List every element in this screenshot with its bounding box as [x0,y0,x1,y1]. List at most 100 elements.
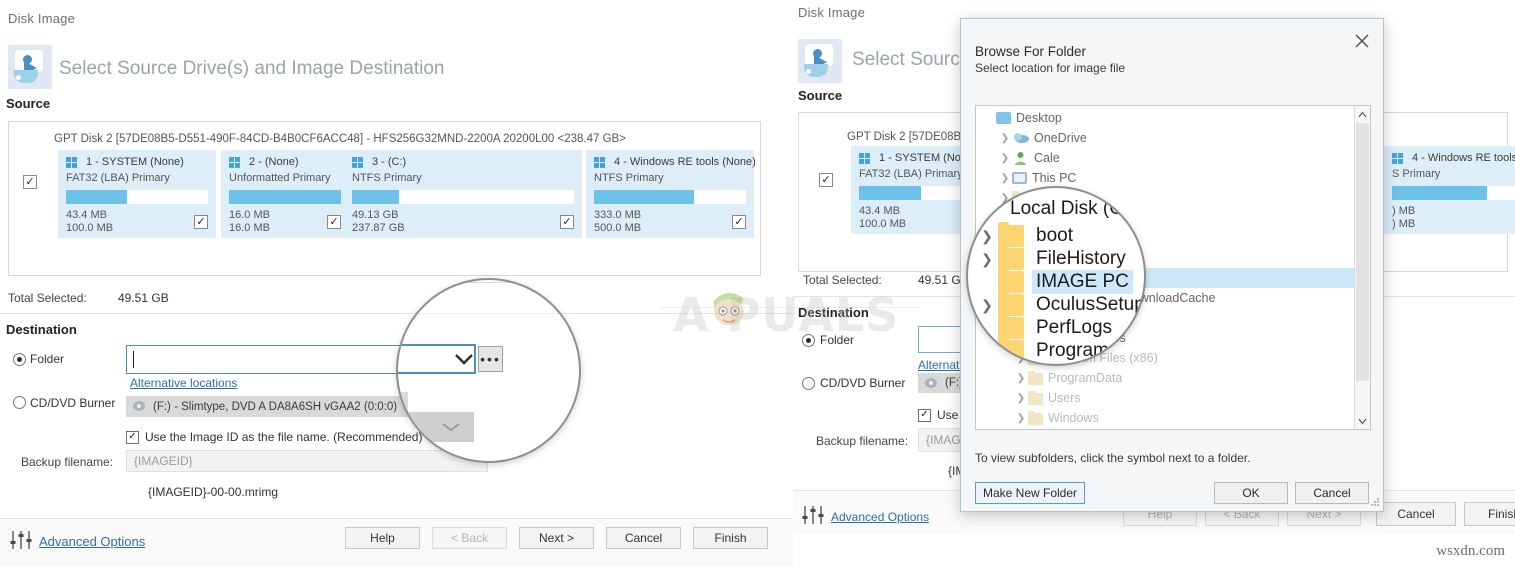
screenshot-root: Disk Image Select Source Dr Source GPT D… [0,0,1515,566]
partition-4-title: 4 - Windows RE tools (None) [594,156,756,168]
tree-item[interactable]: ❯ Users [976,388,1370,408]
partition-4-sizes: 333.0 MB 500.0 MB [594,209,642,234]
chevron-right-icon: ❯ [981,296,993,313]
tree-item[interactable]: ❯ This PC [976,168,1370,188]
folder-icon [1028,370,1043,385]
partition-1-checkbox[interactable]: ✓ [194,215,208,229]
right-advanced-options-link[interactable]: Advanced Options [831,510,929,524]
magnified-drive-label: Local Disk (G:) [1010,198,1136,219]
partition-1-title: 1 - SYSTEM (None) [66,156,208,168]
next-button[interactable]: Next > [519,527,594,549]
partition-card-2[interactable]: 2 - (None) Unformatted Primary 16.0 MB 1… [221,150,349,238]
partition-1-usage-bar [66,190,208,204]
partition-card-1[interactable]: 1 - SYSTEM (None) FAT32 (LBA) Primary 43… [58,150,216,238]
partition-card-3[interactable]: 3 - (C:) NTFS Primary 49.13 GB 237.87 GB… [344,150,582,238]
right-cddvd-radio[interactable] [802,377,815,390]
folder-radio[interactable] [13,353,26,366]
tree-item-label: Windows [1048,411,1099,425]
advanced-options-icon [802,505,824,525]
backup-filename-label: Backup filename: [21,455,114,469]
partition-2-sizes: 16.0 MB 16.0 MB [229,209,270,234]
tree-item-label: Cale [1034,151,1060,165]
partition-3-fs: NTFS Primary [352,172,422,184]
dialog-hint: To view subfolders, click the symbol nex… [975,451,1251,465]
optical-drive-icon [924,377,940,390]
ok-button[interactable]: OK [1214,482,1288,504]
folder-icon [1028,410,1043,425]
tree-item-label: This PC [1032,171,1077,185]
use-image-id-checkbox[interactable]: ✓ [126,430,139,444]
scroll-up-icon[interactable] [1355,106,1370,122]
right-partition-4-nums: ) MB ) MB [1392,205,1416,230]
dialog-subtitle: Select location for image file [975,61,1126,75]
desktop-icon [996,112,1011,124]
magnified-drive-row: Local Disk (G:) [982,198,1136,220]
folder-icon [998,337,1024,362]
make-new-folder-button[interactable]: Make New Folder [975,482,1085,504]
right-finish-button[interactable]: Finish [1464,502,1515,526]
magnified-tree-item: ❯ boot [976,222,1077,248]
windows-logo-icon [66,157,79,169]
disk-caption: GPT Disk 2 [57DE08B5-D551-490F-84CD-B4B0… [54,133,626,145]
partition-1-sizes: 43.4 MB 100.0 MB [66,209,114,234]
partition-4-usage-bar [594,190,746,204]
tree-item[interactable]: Desktop [976,108,1370,128]
optical-drive-icon [132,400,148,413]
tree-item[interactable]: ❯ OneDrive [976,128,1370,148]
left-wizard-window: Disk Image Select Source Drive(s) and Im… [0,0,793,566]
source-label: Source [6,96,51,111]
tree-item-label: OneDrive [1034,131,1087,145]
right-use-image-id-checkbox[interactable]: ✓ [918,408,931,422]
chevron-right-icon[interactable]: ❯ [998,153,1012,164]
partition-2-checkbox[interactable]: ✓ [327,215,341,229]
folder-icon [998,291,1024,316]
disk-checkbox[interactable]: ✓ [23,175,37,189]
cddvd-burner-radio[interactable] [13,396,26,409]
chevron-right-icon[interactable]: ❯ [1014,413,1028,424]
tree-scrollbar[interactable] [1354,106,1370,429]
chevron-right-icon[interactable]: ❯ [1014,393,1028,404]
partition-4-fs: NTFS Primary [594,172,664,184]
text-cursor [133,351,134,368]
right-cancel-button[interactable]: Cancel [1376,502,1456,526]
magnified-tree-item-label: IMAGE PC [1032,270,1133,294]
finish-button[interactable]: Finish [693,527,768,549]
tree-item-label: Users [1048,391,1081,405]
partition-card-4[interactable]: 4 - Windows RE tools (None) NTFS Primary… [586,150,756,238]
magnifier-left: ••• ed) [396,278,581,463]
tree-item[interactable]: ❯ Windows [976,408,1370,428]
chevron-right-icon: ❯ [981,250,993,267]
scroll-thumb[interactable] [1356,123,1369,381]
drive-icon [982,202,1002,216]
right-disk-checkbox[interactable]: ✓ [819,173,833,187]
magnified-tree-item: Program Fil [976,337,1138,363]
magnified-tree-item-label: PerfLogs [1036,317,1113,338]
help-button[interactable]: Help [345,527,420,549]
windows-logo-icon [352,157,365,169]
magnified-combo-caret-icon [440,420,462,438]
user-icon [1012,151,1029,165]
partition-4-checkbox[interactable]: ✓ [732,215,746,229]
cancel-dialog-button[interactable]: Cancel [1295,482,1369,504]
destination-label: Destination [6,322,77,337]
close-icon[interactable] [1349,28,1375,54]
chevron-right-icon[interactable]: ❯ [998,173,1012,184]
folder-icon [998,314,1024,339]
scroll-down-icon[interactable] [1355,413,1370,429]
cancel-button[interactable]: Cancel [606,527,681,549]
chevron-right-icon[interactable]: ❯ [1014,373,1028,384]
alternative-locations-link[interactable]: Alternative locations [130,376,237,390]
chevron-right-icon[interactable]: ❯ [998,133,1012,144]
tree-item[interactable]: ❯ ProgramData [976,368,1370,388]
advanced-options-link[interactable]: Advanced Options [39,534,145,549]
magnified-tree-item-label: OculusSetup-Do [1036,294,1145,315]
pc-icon [1012,172,1027,184]
partition-2-fs: Unformatted Primary [229,172,331,184]
tree-item[interactable]: ❯ Cale [976,148,1370,168]
folder-radio-label: Folder [30,352,65,366]
resize-grip[interactable] [1370,498,1380,508]
right-partition-4[interactable]: 4 - Windows RE tools (None) S Primary ) … [1384,146,1515,234]
use-image-id-row[interactable]: ✓ Use the Image ID as the file name. (Re… [126,430,422,444]
onedrive-icon [1012,131,1029,145]
partition-3-checkbox[interactable]: ✓ [560,215,574,229]
